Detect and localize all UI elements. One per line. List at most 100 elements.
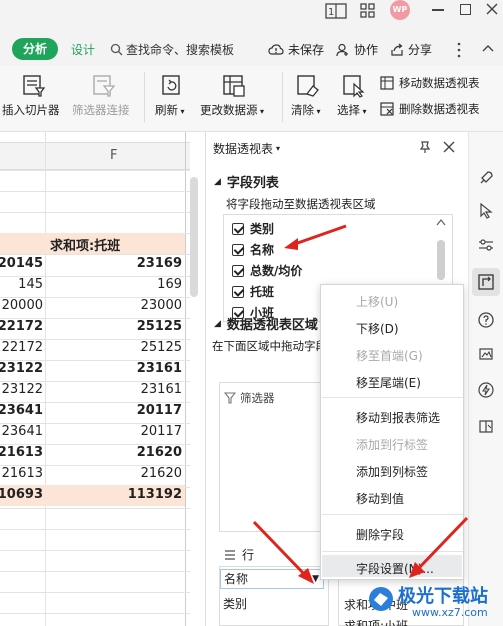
cell-f[interactable]: 23161 [137, 361, 182, 376]
unsaved-button[interactable]: 未保存 [268, 41, 324, 58]
tab-analyze[interactable]: 分析 [12, 38, 58, 60]
cell-f[interactable]: 20117 [141, 424, 182, 439]
watermark-logo: 极光下载站 www.xz7.com [368, 580, 498, 624]
more-icon[interactable] [457, 42, 461, 58]
cell-e[interactable]: 23641 [0, 403, 43, 418]
close-panel-icon[interactable] [443, 141, 455, 153]
book-icon[interactable] [478, 418, 494, 434]
dropdown-caret-icon: ▾ [178, 107, 185, 116]
pivot-tool-icon-active[interactable] [472, 268, 500, 296]
pin-icon[interactable] [418, 140, 432, 154]
move-pivot-icon [380, 75, 395, 91]
field-item[interactable]: 托班 [232, 283, 274, 300]
refresh-icon [160, 74, 184, 98]
tab-design[interactable]: 设计 [71, 41, 95, 58]
scroll-up-icon[interactable] [436, 218, 446, 226]
menu-move-to-report-filter[interactable]: 移动到报表筛选 [356, 409, 440, 426]
cell-f[interactable]: 25125 [137, 319, 182, 334]
menu-move-up: 上移(U) [356, 295, 399, 309]
refresh-button[interactable]: 刷新 ▾ [152, 72, 192, 120]
cell-f[interactable]: 23161 [141, 382, 182, 397]
cell-f[interactable]: 23169 [137, 256, 182, 271]
svg-text:1: 1 [328, 7, 334, 18]
vertical-scrollbar[interactable] [190, 177, 198, 297]
grid-line [185, 132, 186, 626]
cell-f[interactable]: 20117 [137, 403, 182, 418]
areas-header[interactable]: ◢ 数据透视表区域 [214, 314, 318, 333]
row-field[interactable]: 类别 [223, 595, 247, 612]
cell-e[interactable]: 20145 [0, 256, 43, 271]
grid-line [0, 528, 190, 530]
image-tool-icon[interactable] [478, 346, 494, 362]
cell-e[interactable]: 23641 [2, 424, 43, 439]
select-label: 选择 ▾ [337, 103, 367, 117]
cell-e[interactable]: 21613 [2, 466, 43, 481]
command-search[interactable]: 查找命令、搜索模板 [110, 41, 234, 58]
checkbox-checked-icon[interactable] [232, 243, 244, 256]
delete-pivot-icon [380, 101, 395, 117]
apps-grid-icon[interactable] [359, 2, 377, 20]
menu-move-down[interactable]: 下移(D) [356, 320, 399, 337]
spreadsheet[interactable]: F 求和项:托班 20145 23169 145 169 20000 23000 22172… [0, 132, 205, 626]
collapse-ribbon-icon[interactable] [482, 43, 494, 53]
move-pivot-button[interactable]: 移动数据透视表 [380, 74, 490, 92]
cell-e[interactable]: 23122 [2, 382, 43, 397]
grid-line [0, 191, 190, 193]
rocket-icon[interactable] [478, 170, 494, 186]
menu-move-to-end[interactable]: 移至尾端(E) [356, 374, 421, 391]
checkbox-checked-icon[interactable] [232, 285, 244, 298]
share-button[interactable]: 分享 [390, 41, 432, 58]
cell-e[interactable]: 20000 [2, 298, 43, 313]
cell-e[interactable]: 145 [18, 277, 43, 292]
field-label: 托班 [250, 285, 275, 299]
data-source-icon [222, 74, 246, 98]
cell-f[interactable]: 169 [157, 277, 182, 292]
cursor-icon[interactable] [479, 203, 493, 219]
filter-connect-button: 筛选器连接 [72, 72, 138, 120]
delete-pivot-button[interactable]: 删除数据透视表 [380, 100, 490, 118]
field-item[interactable]: 名称 [232, 241, 274, 258]
dropdown-caret-icon: ▾ [276, 144, 281, 153]
panel-title[interactable]: 数据透视表 ▾ [213, 140, 280, 157]
cell-e[interactable]: 22172 [2, 340, 43, 355]
grid-line [0, 549, 190, 551]
lightning-icon[interactable] [478, 382, 494, 398]
change-data-source-button[interactable]: 更改数据源 ▾ [198, 72, 274, 120]
checkbox-checked-icon[interactable] [232, 222, 244, 235]
avatar[interactable]: WP [390, 0, 410, 20]
field-item[interactable]: 总数/均价 [232, 262, 302, 279]
menu-delete-field[interactable]: 删除字段 [356, 526, 404, 543]
field-item[interactable]: 类别 [232, 220, 274, 237]
page-indicator-icon[interactable]: 1 [325, 2, 349, 20]
field-list-header[interactable]: ◢ 字段列表 [214, 172, 279, 191]
checkbox-checked-icon[interactable] [232, 264, 244, 277]
cell-f[interactable]: 21620 [137, 445, 182, 460]
sliders-icon[interactable] [478, 238, 494, 252]
close-window-icon[interactable] [485, 2, 499, 16]
header-cell[interactable]: 求和项:托班 [50, 235, 120, 254]
field-list-scrollbar[interactable] [437, 240, 445, 280]
refresh-label: 刷新 ▾ [155, 103, 185, 117]
cell-e[interactable]: 23122 [0, 361, 43, 376]
minimize-icon[interactable] [432, 9, 444, 11]
share-icon [390, 43, 404, 57]
collaborate-button[interactable]: 协作 [336, 41, 378, 58]
maximize-icon[interactable] [460, 4, 471, 15]
help-icon[interactable] [478, 312, 494, 328]
column-header-f[interactable]: F [110, 148, 117, 163]
cell-f[interactable]: 23000 [141, 298, 182, 313]
red-arrow-annotation [284, 224, 347, 250]
select-button[interactable]: 选择 ▾ [334, 72, 374, 120]
clear-label: 清除 ▾ [291, 103, 321, 117]
cell-f[interactable]: 21620 [141, 466, 182, 481]
cell-f[interactable]: 113192 [128, 487, 182, 502]
cell-e[interactable]: 110693 [0, 487, 43, 502]
insert-slicer-button[interactable]: 插入切片器 [2, 72, 66, 120]
menu-move-to-values[interactable]: 移动到值 [356, 490, 404, 507]
collapse-triangle-icon: ◢ [214, 176, 221, 187]
menu-add-to-column-labels[interactable]: 添加到列标签 [356, 463, 428, 480]
cell-f[interactable]: 25125 [141, 340, 182, 355]
clear-button[interactable]: 清除 ▾ [288, 72, 328, 120]
cell-e[interactable]: 21613 [0, 445, 43, 460]
cell-e[interactable]: 22172 [0, 319, 43, 334]
